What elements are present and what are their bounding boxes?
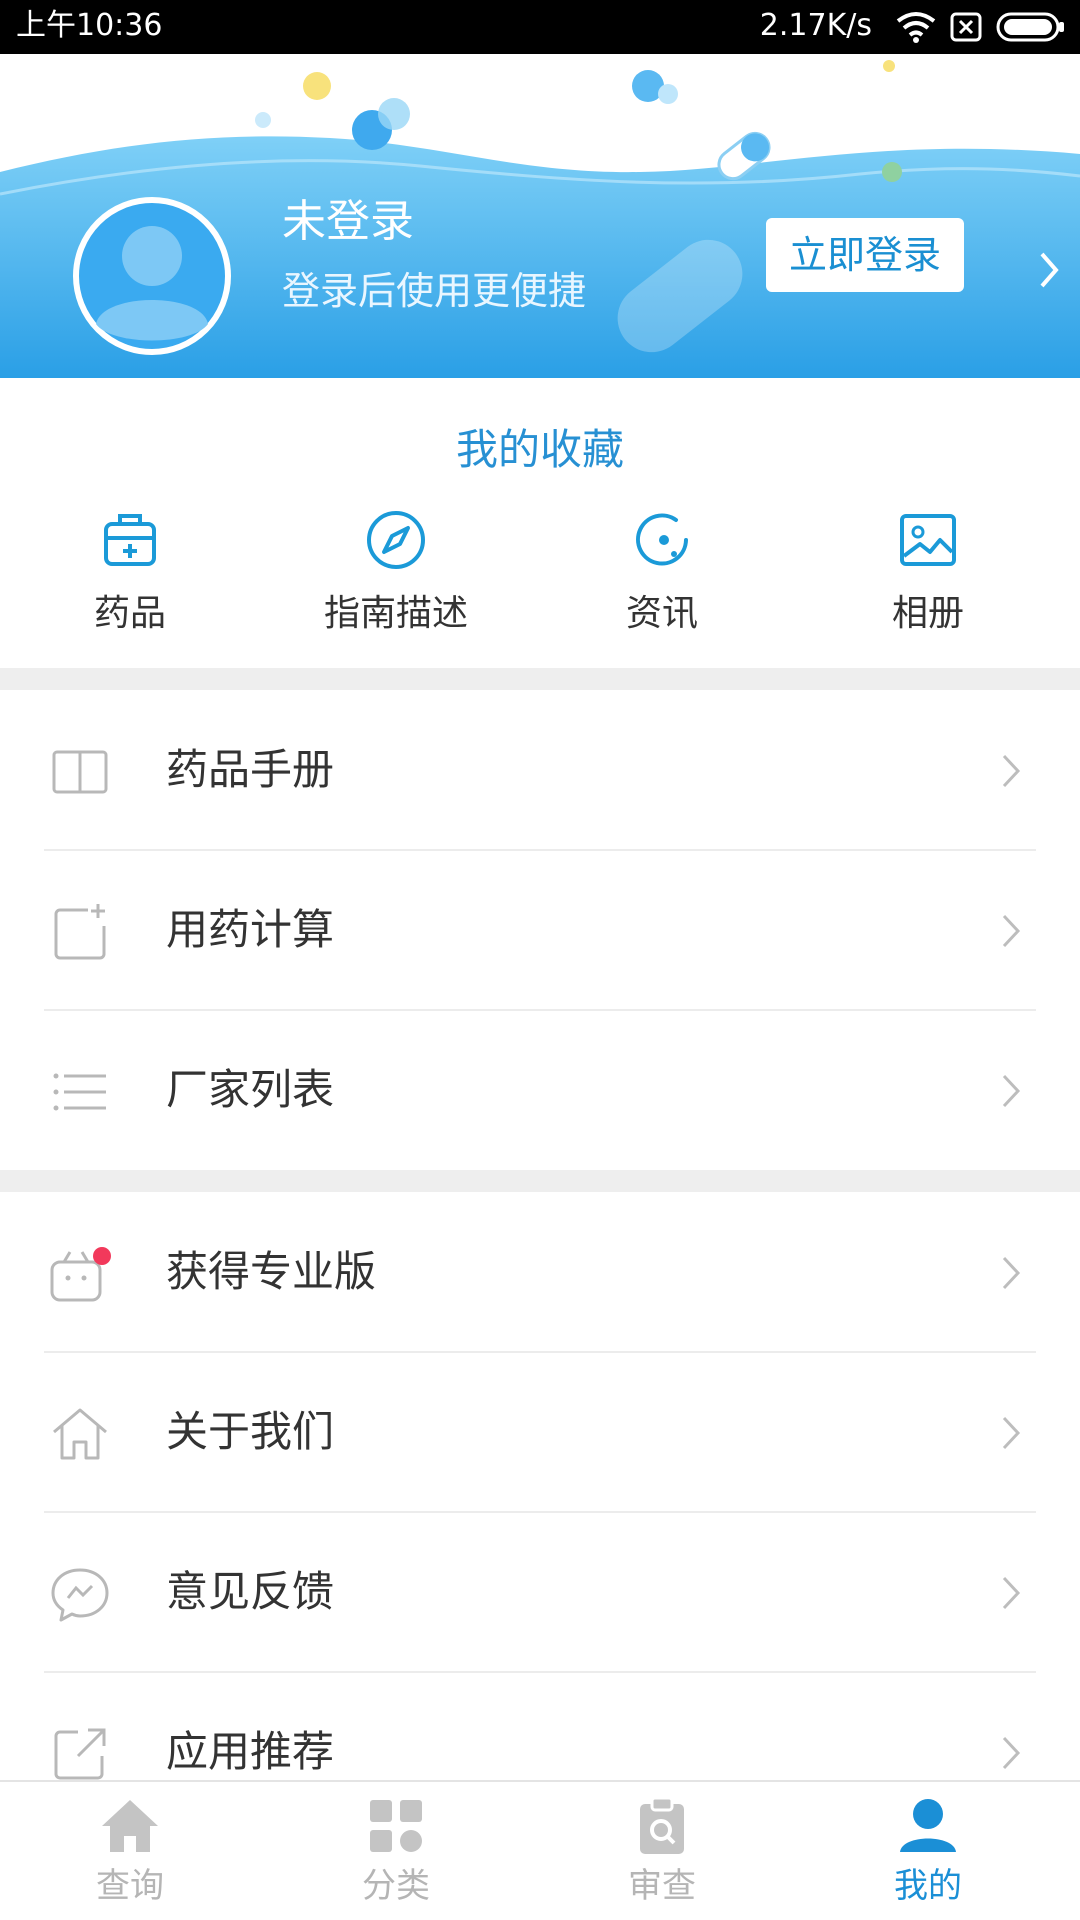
chevron-right-icon: [1002, 914, 1021, 948]
favorites-title: 我的收藏: [455, 425, 624, 474]
chevron-right-icon: [1002, 754, 1021, 788]
login-button[interactable]: 立即登录: [766, 218, 964, 292]
nav-tab-category[interactable]: 分类: [296, 1794, 496, 1908]
menu-item-drug-handbook[interactable]: 药品手册: [0, 690, 1080, 850]
menu-item-feedback[interactable]: 意见反馈: [0, 1512, 1080, 1672]
nav-label: 审查: [628, 1866, 696, 1906]
chevron-right-icon: [1002, 1256, 1021, 1290]
nav-label: 分类: [362, 1866, 430, 1906]
menu-item-label: 用药计算: [166, 905, 335, 954]
nav-tab-mine[interactable]: 我的: [828, 1794, 1028, 1908]
chevron-right-icon: [1002, 1576, 1021, 1610]
compass-icon: [367, 511, 425, 569]
login-status-title: 未登录: [282, 196, 414, 247]
feedback-icon: [51, 1568, 109, 1622]
news-icon: [636, 513, 688, 566]
clipboard-icon: [640, 1796, 684, 1854]
grid-icon: [370, 1800, 422, 1852]
login-hint: 登录后使用更便捷: [282, 269, 587, 313]
status-icons: [896, 10, 1066, 44]
nav-tab-search[interactable]: 查询: [30, 1794, 230, 1908]
calculate-icon: [54, 904, 106, 960]
nav-label: 查询: [96, 1866, 164, 1906]
menu-item-label: 获得专业版: [166, 1247, 377, 1296]
favorite-guide[interactable]: 指南描述: [296, 508, 496, 638]
nav-label: 我的: [894, 1866, 962, 1906]
share-icon: [54, 1728, 106, 1780]
menu-item-get-pro[interactable]: 获得专业版: [0, 1192, 1080, 1352]
medicine-box-icon: [104, 514, 156, 566]
menu-item-label: 厂家列表: [166, 1065, 335, 1114]
network-speed: 2.17K/s: [759, 8, 872, 43]
chevron-right-icon: [1002, 1074, 1021, 1108]
status-time: 上午10:36: [16, 8, 163, 43]
sim-blocked-icon: [950, 12, 982, 42]
bag-icon: [50, 1247, 111, 1302]
favorite-label: 相册: [891, 593, 964, 634]
profile-header: 未登录 登录后使用更便捷 立即登录: [0, 54, 1080, 378]
menu-item-dosage-calc[interactable]: 用药计算: [0, 850, 1080, 1010]
favorite-label: 资讯: [625, 593, 698, 634]
favorite-album[interactable]: 相册: [828, 508, 1028, 638]
nav-tab-review[interactable]: 审查: [562, 1794, 762, 1908]
chevron-right-icon[interactable]: [1036, 250, 1062, 290]
chevron-right-icon: [1002, 1416, 1021, 1450]
section-separator: [0, 1170, 1080, 1192]
house-icon: [102, 1800, 158, 1852]
menu-item-about-us[interactable]: 关于我们: [0, 1352, 1080, 1512]
battery-icon: [996, 12, 1064, 42]
favorite-label: 指南描述: [323, 593, 468, 634]
menu-item-label: 关于我们: [166, 1407, 335, 1456]
book-icon: [52, 750, 108, 794]
notification-badge: [93, 1247, 111, 1265]
status-bar: 上午10:36 2.17K/s: [0, 0, 1080, 54]
user-icon: [900, 1799, 956, 1852]
section-separator: [0, 668, 1080, 690]
menu-item-label: 意见反馈: [166, 1567, 335, 1616]
menu-item-manufacturer-list[interactable]: 厂家列表: [0, 1010, 1080, 1170]
album-icon: [900, 514, 956, 566]
home-icon: [53, 1408, 107, 1460]
chevron-right-icon: [1002, 1736, 1021, 1770]
bottom-navigation: 查询 分类 审查 我的: [0, 1780, 1080, 1920]
list-icon: [53, 1073, 106, 1111]
favorite-news[interactable]: 资讯: [562, 508, 762, 638]
favorite-medicine[interactable]: 药品: [30, 508, 230, 638]
favorite-label: 药品: [93, 593, 166, 634]
wifi-icon: [896, 12, 936, 43]
menu-item-label: 药品手册: [166, 745, 335, 794]
avatar[interactable]: [72, 196, 232, 356]
menu-item-label: 应用推荐: [166, 1727, 335, 1776]
